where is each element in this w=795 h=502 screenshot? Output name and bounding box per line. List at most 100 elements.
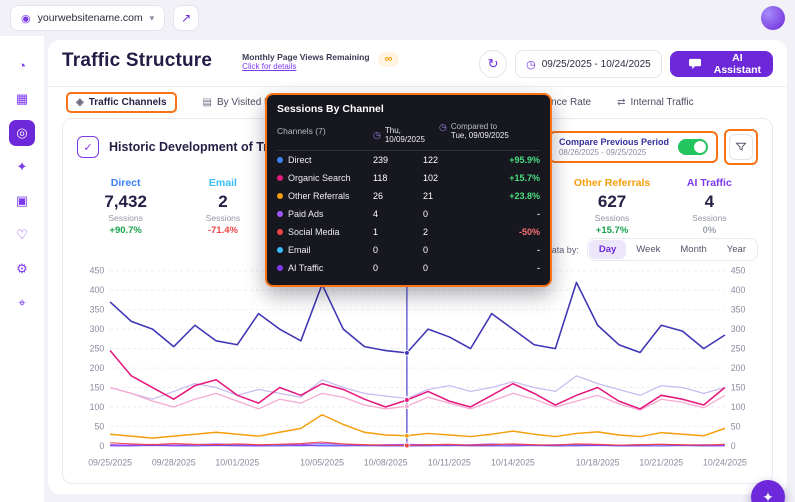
compare-toggle[interactable] bbox=[678, 139, 708, 155]
stat-label: AI Traffic bbox=[661, 177, 758, 189]
tab-label: Traffic Channels bbox=[89, 97, 167, 108]
widget-icon: ▣ bbox=[16, 193, 28, 209]
period-week[interactable]: Week bbox=[626, 240, 670, 259]
value-current: 118 bbox=[373, 173, 423, 183]
bubble-icon: ✦ bbox=[762, 489, 774, 502]
tab-internal-traffic[interactable]: ⇄ Internal Traffic bbox=[617, 97, 694, 108]
stat-delta: 0% bbox=[661, 225, 758, 236]
open-site-button[interactable]: ↗ bbox=[173, 5, 199, 31]
gauge-icon: ◔ bbox=[18, 58, 26, 73]
brand-icon: ◉ bbox=[21, 12, 31, 25]
funnel-icon bbox=[730, 141, 752, 153]
svg-text:10/21/2025: 10/21/2025 bbox=[639, 457, 683, 467]
value-delta: +95.9% bbox=[483, 155, 540, 165]
svg-text:350: 350 bbox=[90, 305, 105, 315]
channel-label: Direct bbox=[277, 155, 373, 165]
value-delta: - bbox=[483, 263, 540, 273]
chart-canvas[interactable]: 0050501001001501502002002502503003003503… bbox=[77, 263, 758, 473]
sidebar-item-feedback[interactable]: ▣ bbox=[9, 188, 35, 214]
value-previous: 2 bbox=[423, 227, 483, 237]
stat-unit: Sessions bbox=[661, 213, 758, 223]
views-details-link[interactable]: Click for details bbox=[242, 62, 369, 71]
tooltip-row-direct: Direct239122+95.9% bbox=[277, 151, 540, 169]
svg-text:400: 400 bbox=[90, 285, 105, 295]
tooltip-channels-label: Channels (7) bbox=[277, 122, 373, 136]
clock-icon: ◷ bbox=[439, 122, 447, 140]
stat-other-referrals[interactable]: Other Referrals627Sessions+15.7% bbox=[563, 177, 660, 236]
website-selector[interactable]: ◉ yourwebsitename.com ▾ bbox=[10, 5, 165, 31]
tooltip-header: Channels (7) ◷ Thu, 10/09/2025 ◷ Compare… bbox=[277, 122, 540, 151]
toggle-knob bbox=[694, 141, 706, 153]
internal-traffic-icon: ⇄ bbox=[617, 97, 625, 108]
period-month[interactable]: Month bbox=[670, 240, 716, 259]
tooltip-current-date: ◷ Thu, 10/09/2025 bbox=[373, 122, 439, 144]
date-range-picker[interactable]: ◷ 09/25/2025 - 10/24/2025 bbox=[515, 50, 662, 78]
stat-value: 7,432 bbox=[77, 192, 174, 212]
svg-text:0: 0 bbox=[99, 441, 104, 451]
channel-dot-icon bbox=[277, 157, 283, 163]
filter-button[interactable] bbox=[729, 134, 753, 160]
clock-icon: ◷ bbox=[526, 58, 536, 71]
sidebar-item-privacy[interactable]: ♡ bbox=[9, 222, 35, 248]
external-link-icon: ↗ bbox=[181, 11, 191, 25]
annotation-sessions-tooltip: Sessions By Channel Channels (7) ◷ Thu, … bbox=[265, 93, 552, 287]
value-current: 0 bbox=[373, 245, 423, 255]
tooltip-title: Sessions By Channel bbox=[277, 103, 540, 115]
svg-text:450: 450 bbox=[90, 266, 105, 276]
heart-icon: ♡ bbox=[16, 227, 28, 243]
value-previous: 0 bbox=[423, 263, 483, 273]
svg-text:10/18/2025: 10/18/2025 bbox=[576, 457, 620, 467]
period-year[interactable]: Year bbox=[717, 240, 756, 259]
svg-text:50: 50 bbox=[95, 421, 105, 431]
stat-label: Email bbox=[174, 177, 271, 189]
page-title: Traffic Structure bbox=[62, 50, 212, 72]
channel-label: Other Referrals bbox=[277, 191, 373, 201]
sidebar-item-traffic[interactable]: ◎ bbox=[9, 120, 35, 146]
svg-text:10/14/2025: 10/14/2025 bbox=[491, 457, 535, 467]
ai-assistant-button[interactable]: AI Assistant bbox=[670, 51, 773, 77]
ai-assistant-label: AI Assistant bbox=[714, 52, 761, 76]
value-current: 0 bbox=[373, 263, 423, 273]
svg-text:200: 200 bbox=[90, 363, 105, 373]
stat-email[interactable]: Email2Sessions-71.4% bbox=[174, 177, 271, 236]
svg-text:300: 300 bbox=[90, 324, 105, 334]
svg-text:150: 150 bbox=[90, 382, 105, 392]
tab-label: Internal Traffic bbox=[630, 97, 693, 108]
traffic-channels-icon: ◈ bbox=[76, 97, 84, 108]
chevron-down-icon: ▾ bbox=[150, 13, 155, 24]
refresh-button[interactable]: ↻ bbox=[479, 50, 507, 78]
sidebar-item-location[interactable]: ⌖ bbox=[9, 290, 35, 316]
clock-icon: ◷ bbox=[373, 130, 381, 141]
stat-label: Other Referrals bbox=[563, 177, 660, 189]
target-icon: ⌖ bbox=[18, 295, 25, 311]
channel-label: Organic Search bbox=[277, 173, 373, 183]
svg-text:09/28/2025: 09/28/2025 bbox=[152, 457, 196, 467]
sidebar-item-settings[interactable]: ⚙ bbox=[9, 256, 35, 282]
tooltip-rows: Direct239122+95.9%Organic Search118102+1… bbox=[277, 151, 540, 277]
tooltip-row-social-media: Social Media12-50% bbox=[277, 223, 540, 241]
stat-value: 4 bbox=[661, 192, 758, 212]
sidebar-item-dashboard[interactable]: ◔ bbox=[9, 52, 35, 78]
stat-value: 627 bbox=[563, 192, 660, 212]
tab-traffic-channels[interactable]: ◈ Traffic Channels bbox=[66, 92, 177, 113]
stat-delta: +90.7% bbox=[77, 225, 174, 236]
channel-dot-icon bbox=[277, 175, 283, 181]
stat-ai-traffic[interactable]: AI Traffic 4Sessions 0% bbox=[661, 177, 758, 236]
avatar[interactable] bbox=[761, 6, 785, 30]
value-current: 1 bbox=[373, 227, 423, 237]
sidebar-item-modules[interactable]: ▦ bbox=[9, 86, 35, 112]
compare-previous-range: 08/26/2025 - 09/25/2025 bbox=[559, 148, 669, 157]
svg-text:10/01/2025: 10/01/2025 bbox=[215, 457, 259, 467]
svg-text:09/25/2025: 09/25/2025 bbox=[88, 457, 132, 467]
sidebar-item-behavior[interactable]: ✦ bbox=[9, 154, 35, 180]
stat-delta: -71.4% bbox=[174, 225, 271, 236]
period-day[interactable]: Day bbox=[589, 240, 626, 259]
sidebar-items: ◔ ▦ ◎ ✦ ▣ ♡ ⚙ ⌖ bbox=[9, 52, 35, 316]
annotation-compare-previous-period: Compare Previous Period 08/26/2025 - 09/… bbox=[549, 131, 718, 163]
channel-dot-icon bbox=[277, 265, 283, 271]
views-label: Monthly Page Views Remaining bbox=[242, 52, 369, 62]
period-toggle: DayWeekMonthYear bbox=[587, 238, 758, 261]
svg-text:50: 50 bbox=[731, 421, 741, 431]
stat-direct[interactable]: Direct7,432Sessions+90.7% bbox=[77, 177, 174, 236]
visited-pages-icon: ▤ bbox=[203, 97, 212, 108]
